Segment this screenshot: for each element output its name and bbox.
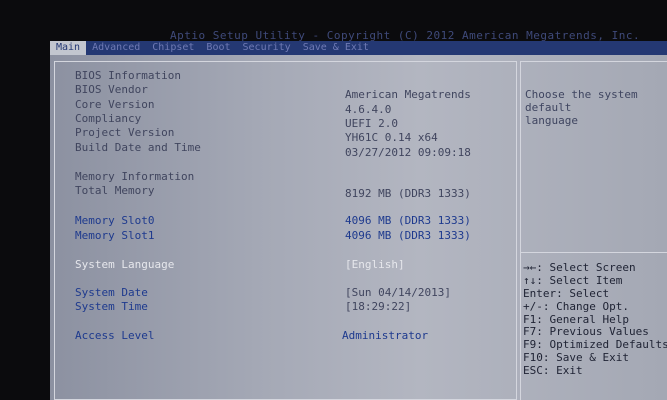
tab-save-exit[interactable]: Save & Exit [297,41,375,55]
total-memory-value: 8192 MB (DDR3 1333) [345,187,471,200]
help-line-1: Choose the system default [525,88,638,114]
project-version-label: Project Version [75,126,175,139]
key-select-item: ↑↓: Select Item [523,273,623,287]
system-time-row[interactable]: System Time [18:29:22] [75,300,515,313]
tab-advanced[interactable]: Advanced [86,41,146,55]
tab-security[interactable]: Security [237,41,297,55]
key-exit: ESC: Exit [523,364,583,378]
system-date-label: System Date [75,286,148,299]
build-date-value: 03/27/2012 09:09:18 [345,146,471,159]
system-date-value[interactable]: [Sun 04/14/2013] [345,286,451,299]
total-memory-label: Total Memory [75,184,155,197]
tab-main[interactable]: Main [50,41,87,55]
help-text: Choose the system default language [525,88,665,127]
access-level-label: Access Level [75,329,155,342]
memory-slot0-row: Memory Slot0 4096 MB (DDR3 1333) [75,214,515,227]
system-date-row[interactable]: System Date [Sun 04/14/2013] [75,286,515,299]
compliancy-row: Compliancy UEFI 2.0 [75,112,515,130]
system-time-value[interactable]: [18:29:22] [345,300,411,313]
key-legend: →←: Select Screen ↑↓: Select Item Enter:… [523,261,667,378]
bios-info-header: BIOS Information [75,69,181,82]
memory-info-section: Memory Information [75,170,515,183]
key-select-screen: →←: Select Screen [523,261,636,274]
help-panel: Choose the system default language →←: S… [520,61,667,400]
system-language-row[interactable]: System Language [English] [75,258,515,271]
memory-slot0-value: 4096 MB (DDR3 1333) [345,214,471,227]
tab-bar: Main Advanced Chipset Boot Security Save… [50,41,667,55]
memory-slot0-label: Memory Slot0 [75,214,155,227]
help-line-2: language [525,114,578,127]
core-version-label: Core Version [75,98,155,111]
access-level-row: Access Level Administrator [75,329,515,342]
key-enter-select: Enter: Select [523,286,610,300]
bios-vendor-label: BIOS Vendor [75,83,148,96]
bios-info-section: BIOS Information [75,69,515,82]
system-language-value[interactable]: [English] [345,258,405,271]
system-time-label: System Time [75,300,148,313]
core-version-row: Core Version 4.6.4.0 [75,98,515,116]
access-level-value: Administrator [342,329,429,342]
tab-chipset[interactable]: Chipset [146,41,200,55]
project-version-row: Project Version YH61C 0.14 x64 [75,126,515,144]
title-bar: Aptio Setup Utility - Copyright (C) 2012… [170,29,641,41]
build-date-row: Build Date and Time 03/27/2012 09:09:18 [75,141,515,159]
total-memory-row: Total Memory 8192 MB (DDR3 1333) [75,184,515,200]
system-language-label: System Language [75,258,175,271]
help-divider [521,252,667,253]
bios-screen: BIOS Information BIOS Vendor American Me… [50,55,667,400]
bios-vendor-row: BIOS Vendor American Megatrends [75,83,515,101]
memory-slot1-value: 4096 MB (DDR3 1333) [345,229,471,242]
memory-slot1-row: Memory Slot1 4096 MB (DDR3 1333) [75,229,515,242]
compliancy-label: Compliancy [75,112,142,125]
key-change-opt: +/-: Change Opt. [523,299,629,313]
tab-boot[interactable]: Boot [200,41,236,55]
main-panel: BIOS Information BIOS Vendor American Me… [54,61,517,400]
memory-info-header: Memory Information [75,170,195,183]
build-date-label: Build Date and Time [75,141,201,154]
memory-slot1-label: Memory Slot1 [75,229,155,242]
